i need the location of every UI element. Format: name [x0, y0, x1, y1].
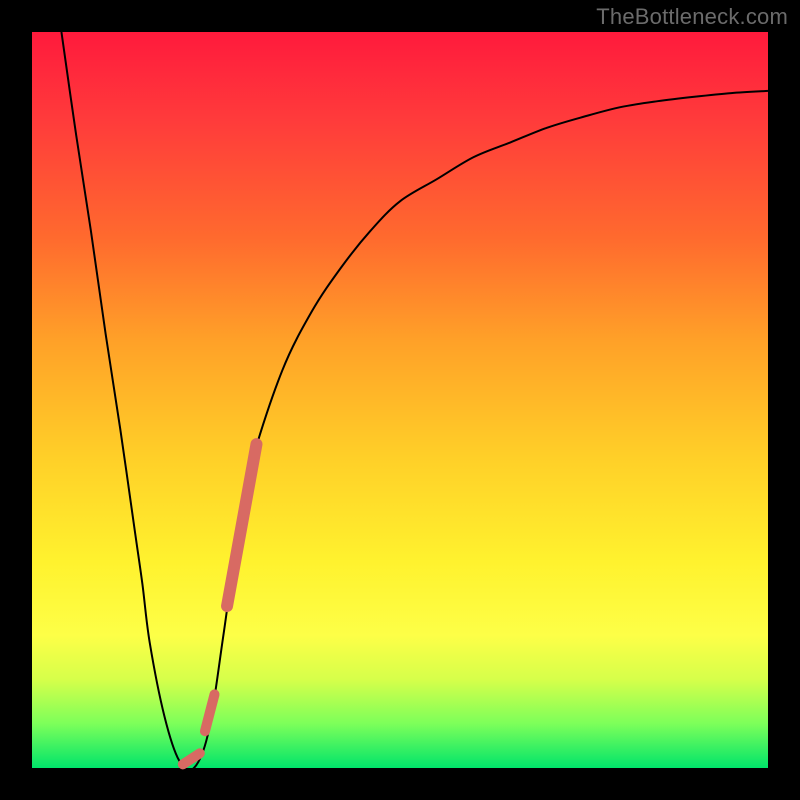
series-bottleneck-curve: [61, 32, 768, 770]
chart-svg: [32, 32, 768, 768]
series-highlight-segment-mid: [205, 694, 215, 731]
series-highlight-segment-upper: [227, 444, 256, 606]
chart-frame: TheBottleneck.com: [0, 0, 800, 800]
watermark-text: TheBottleneck.com: [596, 4, 788, 30]
plot-area: [32, 32, 768, 768]
